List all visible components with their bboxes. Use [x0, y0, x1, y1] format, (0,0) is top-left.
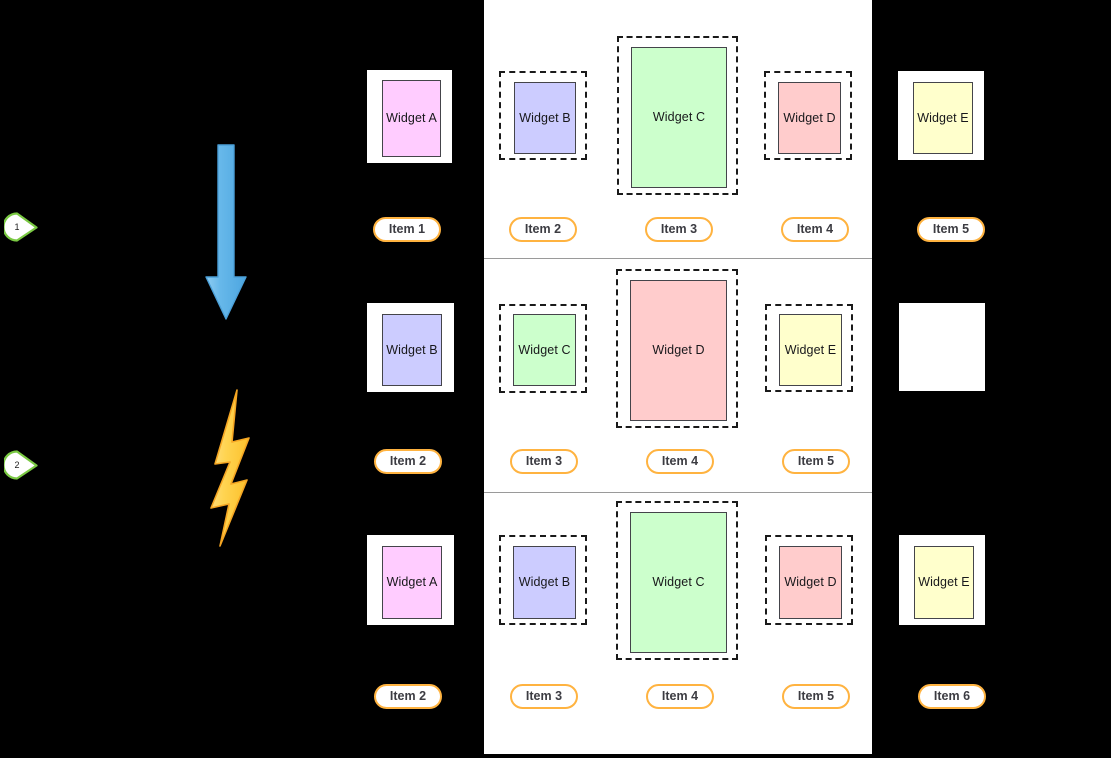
widget-label: Widget A	[386, 111, 437, 126]
widget-box[interactable]: Widget B	[514, 82, 576, 154]
item-pill-label: Item 5	[797, 454, 835, 469]
widget-box[interactable]: Widget C	[631, 47, 727, 188]
item-pill-label: Item 4	[661, 689, 699, 704]
widget-label: Widget B	[518, 575, 571, 590]
item-pill[interactable]: Item 2	[374, 449, 442, 474]
widget-frame-widget-c[interactable]: Widget C	[616, 501, 738, 660]
widget-label: Widget C	[518, 342, 571, 357]
blank-widget-placeholder[interactable]	[899, 303, 985, 391]
item-pill[interactable]: Item 3	[645, 217, 713, 242]
widget-label: Widget C	[652, 110, 706, 125]
widget-box[interactable]: Widget B	[513, 546, 576, 619]
widget-box[interactable]: Widget D	[630, 280, 727, 421]
panel-divider-2	[484, 492, 872, 493]
widget-box[interactable]: Widget E	[914, 546, 974, 619]
item-pill[interactable]: Item 5	[917, 217, 985, 242]
widget-box[interactable]: Widget A	[382, 546, 442, 619]
widget-label: Widget A	[386, 575, 438, 590]
item-pill-label: Item 5	[932, 222, 970, 237]
widget-label: Widget D	[652, 343, 705, 358]
widget-frame-widget-d[interactable]: Widget D	[616, 269, 738, 428]
item-pill[interactable]: Item 5	[782, 684, 850, 709]
widget-label: Widget D	[783, 110, 836, 125]
widget-label: Widget B	[386, 342, 438, 357]
widget-label: Widget D	[784, 575, 837, 590]
item-pill-label: Item 5	[797, 689, 835, 704]
widget-label: Widget E	[784, 342, 837, 357]
item-pill-label: Item 3	[525, 689, 563, 704]
widget-frame-widget-b[interactable]: Widget B	[367, 303, 454, 392]
item-pill-label: Item 3	[660, 222, 698, 237]
item-pill-label: Item 3	[525, 454, 563, 469]
item-pill[interactable]: Item 2	[374, 684, 442, 709]
item-pill-label: Item 2	[389, 454, 427, 469]
widget-box[interactable]: Widget C	[513, 314, 576, 386]
panel-divider-1	[484, 258, 872, 259]
step-marker-1[interactable]: 1	[4, 212, 38, 242]
widget-box[interactable]: Widget B	[382, 314, 442, 386]
widget-frame-widget-b[interactable]: Widget B	[499, 535, 587, 625]
widget-frame-widget-d[interactable]: Widget D	[765, 535, 853, 625]
widget-box[interactable]: Widget C	[630, 512, 727, 653]
item-pill[interactable]: Item 4	[781, 217, 849, 242]
widget-box[interactable]: Widget E	[913, 82, 973, 154]
item-pill-label: Item 6	[933, 689, 971, 704]
item-pill-label: Item 4	[796, 222, 834, 237]
item-pill-label: Item 2	[389, 689, 427, 704]
widget-frame-widget-e[interactable]: Widget E	[765, 304, 853, 392]
widget-box[interactable]: Widget D	[778, 82, 841, 154]
item-pill[interactable]: Item 3	[510, 449, 578, 474]
widget-frame-widget-a[interactable]: Widget A	[367, 535, 454, 625]
item-pill-label: Item 4	[661, 454, 699, 469]
lightning-bolt-icon	[210, 389, 250, 547]
widget-frame-widget-c[interactable]: Widget C	[617, 36, 738, 195]
widget-box[interactable]: Widget A	[382, 80, 441, 157]
step-marker-label: 2	[14, 459, 20, 470]
widget-label: Widget C	[652, 575, 705, 590]
diagram-canvas: Widget A Widget B Widget C Widget D Widget E…	[0, 0, 1111, 758]
step-marker-2[interactable]: 2	[4, 450, 38, 480]
item-pill[interactable]: Item 4	[646, 684, 714, 709]
item-pill[interactable]: Item 5	[782, 449, 850, 474]
step-marker-label: 1	[14, 221, 20, 232]
widget-label: Widget B	[519, 110, 571, 125]
widget-box[interactable]: Widget E	[779, 314, 842, 386]
item-pill-label: Item 2	[524, 222, 562, 237]
widget-frame-widget-d[interactable]: Widget D	[764, 71, 852, 160]
item-pill[interactable]: Item 3	[510, 684, 578, 709]
widget-label: Widget E	[918, 575, 970, 590]
item-pill-label: Item 1	[388, 222, 426, 237]
widget-label: Widget E	[917, 110, 969, 125]
widget-frame-widget-e[interactable]: Widget E	[898, 71, 984, 160]
widget-frame-widget-b[interactable]: Widget B	[499, 71, 587, 160]
widget-box[interactable]: Widget D	[779, 546, 842, 619]
widget-frame-widget-c[interactable]: Widget C	[499, 304, 587, 393]
item-pill[interactable]: Item 6	[918, 684, 986, 709]
item-pill[interactable]: Item 1	[373, 217, 441, 242]
item-pill[interactable]: Item 4	[646, 449, 714, 474]
item-pill[interactable]: Item 2	[509, 217, 577, 242]
widget-frame-widget-e[interactable]: Widget E	[899, 535, 985, 625]
widget-frame-widget-a[interactable]: Widget A	[367, 70, 452, 163]
down-arrow-icon	[205, 144, 247, 320]
